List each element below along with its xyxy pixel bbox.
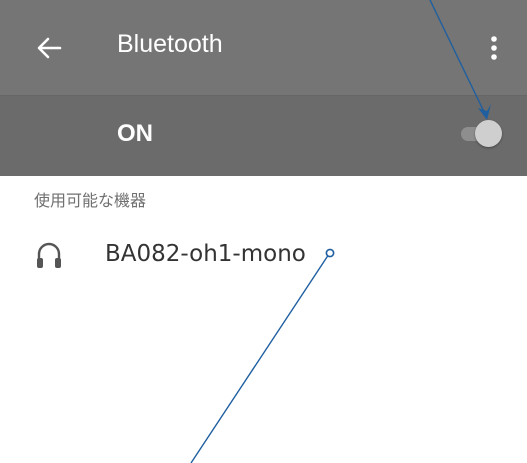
toggle-thumb — [475, 120, 502, 147]
device-name: BA082-oh1-mono — [105, 241, 306, 267]
back-arrow-icon[interactable] — [34, 33, 64, 63]
app-bar: Bluetooth — [0, 0, 527, 96]
available-devices-header: 使用可能な機器 — [34, 193, 147, 210]
bluetooth-toggle-row[interactable]: ON — [0, 96, 527, 176]
bluetooth-settings-screen: Bluetooth ON 使用可能な機器 BA082-oh1-mono — [0, 0, 527, 463]
bluetooth-toggle-switch[interactable] — [455, 118, 503, 150]
bluetooth-state-label: ON — [117, 120, 153, 147]
headset-icon — [37, 242, 61, 268]
page-title: Bluetooth — [117, 30, 223, 58]
device-list-item[interactable]: BA082-oh1-mono — [0, 225, 527, 285]
annotation-pointer-line — [190, 253, 330, 463]
more-vert-icon[interactable] — [484, 33, 504, 63]
